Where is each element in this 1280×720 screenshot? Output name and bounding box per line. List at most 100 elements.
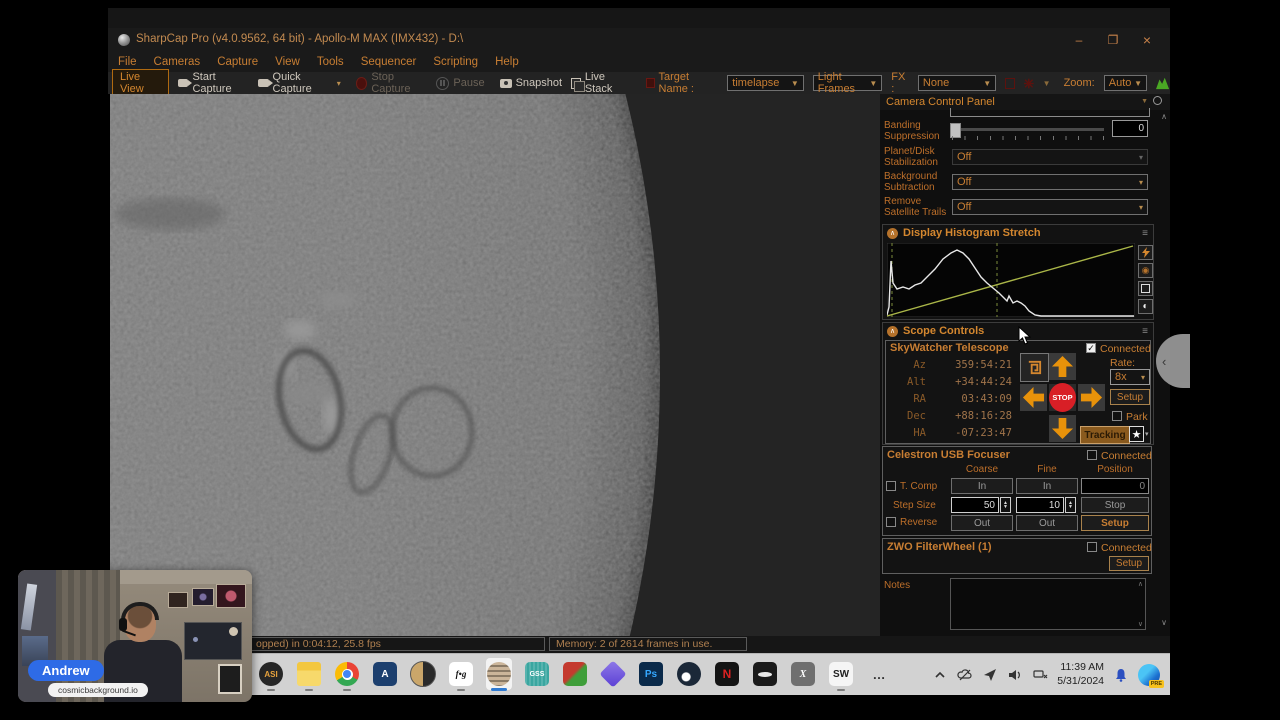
scroll-up-icon[interactable]: ∧ [1161,112,1167,121]
chevron-down-icon[interactable]: ▾ [1145,430,1149,438]
menu-scripting[interactable]: Scripting [433,56,478,68]
zoom-select[interactable]: Auto▼ [1104,75,1147,91]
goto-spiral-button[interactable] [1020,353,1049,382]
scroll-down-icon[interactable]: ∨ [1161,618,1167,627]
taskbar-firecapture[interactable]: f•g [448,658,474,690]
taskbar-x-app[interactable]: X [790,658,816,690]
rate-select[interactable]: 8x▾ [1110,369,1150,385]
stop-slew-button[interactable]: STOP [1049,383,1076,412]
taskbar-netflix[interactable]: N [714,658,740,690]
taskbar-overflow[interactable]: … [866,658,892,690]
scroll-up-icon[interactable]: ∧ [1138,580,1143,588]
notes-textarea[interactable]: ∧ ∨ [950,578,1146,630]
contrast-button[interactable]: ◐ [1138,299,1153,314]
statusbar: opped) in 0:04:12, 25.8 fps Memory: 2 of… [108,636,1170,653]
filterwheel-connected-checkbox[interactable] [1087,542,1097,552]
menu-cameras[interactable]: Cameras [154,56,201,68]
target-name-select[interactable]: timelapse▼ [727,75,803,91]
coarse-step-field[interactable]: 50 [951,497,999,513]
taskbar-nina[interactable] [600,658,626,690]
banding-slider-track[interactable] [952,128,1104,131]
t-comp-checkbox[interactable] [886,481,896,491]
coarse-in-button[interactable]: In [951,478,1013,494]
stabilization-select[interactable]: Off▾ [952,149,1148,165]
menu-view[interactable]: View [275,56,300,68]
slew-right-button[interactable] [1078,384,1105,411]
taskbar-planner[interactable] [562,658,588,690]
live-stack-button[interactable]: Live Stack [571,71,629,95]
slew-up-button[interactable] [1049,353,1076,380]
menu-icon[interactable]: ≡ [1142,326,1148,337]
taskbar-steam[interactable] [676,658,702,690]
menu-tools[interactable]: Tools [317,56,344,68]
remove-trails-select[interactable]: Off▾ [952,199,1148,215]
focuser-stop-button[interactable]: Stop [1081,497,1149,513]
park-checkbox[interactable] [1112,411,1122,421]
taskbar-icons: ASI A f•g GSS Ps [258,657,892,691]
snapshot-button[interactable]: Snapshot [500,77,562,89]
coarse-out-button[interactable]: Out [951,515,1013,531]
focuser-connected-checkbox[interactable] [1087,450,1097,460]
fine-step-spinner[interactable]: ▲▼ [1065,497,1076,513]
slew-left-button[interactable] [1020,384,1047,411]
taskbar-asistudio[interactable]: ASI [258,658,284,690]
save-button[interactable] [1138,281,1153,296]
slew-down-button[interactable] [1049,415,1076,442]
frame-type-select[interactable]: Light Frames▼ [813,75,882,91]
taskbar-ufo-app[interactable] [752,658,778,690]
restore-button[interactable]: ❐ [1102,31,1124,49]
taskbar-clock[interactable]: 11:39 AM 5/31/2024 [1057,661,1104,688]
taskbar-solidworks[interactable]: SW [828,658,854,690]
reverse-checkbox[interactable] [886,517,896,527]
scope-connected-checkbox[interactable]: ✓ [1086,343,1096,353]
fine-out-button[interactable]: Out [1016,515,1078,531]
position-field[interactable]: 0 [1081,478,1149,494]
fx-select[interactable]: None▼ [918,75,996,91]
banding-value-field[interactable]: 0 [1112,120,1148,137]
camcorder-icon [178,79,188,87]
taskbar-file-explorer[interactable] [296,658,322,690]
taskbar-phd2[interactable] [410,658,436,690]
start-capture-button[interactable]: Start Capture [178,71,249,95]
chevron-down-icon[interactable]: ▼ [1043,79,1051,88]
mouse-cursor [1018,326,1031,345]
taskbar-sharpcap-active[interactable] [486,658,512,690]
notification-bell-icon[interactable] [1113,667,1129,683]
focus-assist-icon[interactable] [982,667,998,683]
pin-icon[interactable] [1153,96,1162,105]
taskbar-ascom[interactable]: A [372,658,398,690]
minimize-button[interactable]: – [1068,31,1090,49]
taskbar-photoshop[interactable]: Ps [638,658,664,690]
menu-capture[interactable]: Capture [217,56,258,68]
collapse-icon[interactable]: ∧ [887,326,898,337]
filterwheel-setup-button[interactable]: Setup [1109,556,1149,571]
coarse-step-spinner[interactable]: ▲▼ [1000,497,1011,513]
fine-step-field[interactable]: 10 [1016,497,1064,513]
menu-sequencer[interactable]: Sequencer [361,56,417,68]
tray-chevron-up-icon[interactable] [932,667,948,683]
menu-icon[interactable]: ≡ [1142,228,1148,239]
close-button[interactable]: × [1136,31,1158,49]
volume-icon[interactable] [1007,667,1023,683]
scroll-down-icon[interactable]: ∨ [1138,620,1143,628]
tracking-button[interactable]: Tracking [1080,426,1130,444]
edge-preview-button[interactable]: PRE [1138,664,1160,686]
tracking-rate-button[interactable]: ★ [1129,426,1144,442]
camera-control-panel: Camera Control Panel ▼ ∧ ∨ Banding Suppr… [880,94,1170,636]
scope-setup-button[interactable]: Setup [1110,389,1150,405]
collapse-icon[interactable]: ∧ [887,228,898,239]
auto-stretch-button[interactable] [1138,245,1153,260]
network-icon[interactable] [1032,667,1048,683]
chevron-down-icon[interactable]: ▼ [1141,98,1148,105]
quick-capture-button[interactable]: Quick Capture ▾ [258,71,341,95]
scope-connected-label: Connected [1100,343,1151,355]
eye-button[interactable]: ◉ [1138,263,1153,278]
focuser-setup-button[interactable]: Setup [1081,515,1149,531]
menu-help[interactable]: Help [495,56,519,68]
menu-file[interactable]: File [118,56,137,68]
background-subtraction-select[interactable]: Off▾ [952,174,1148,190]
onedrive-cloud-icon[interactable] [957,667,973,683]
taskbar-chrome[interactable] [334,658,360,690]
taskbar-gss[interactable]: GSS [524,658,550,690]
fine-in-button[interactable]: In [1016,478,1078,494]
